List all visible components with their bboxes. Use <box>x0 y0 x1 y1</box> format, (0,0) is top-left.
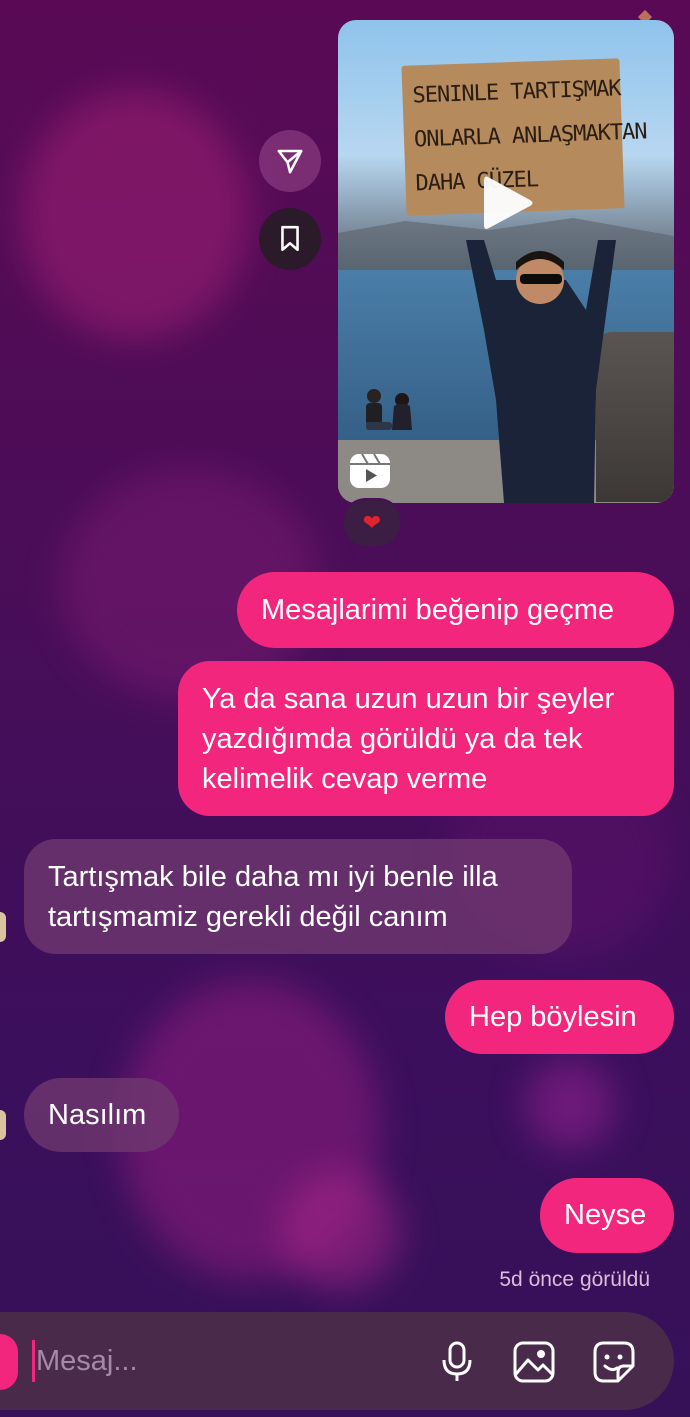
message-text: Ya da sana uzun uzun bir şeyler yazdığım… <box>202 683 615 795</box>
sticker-icon <box>593 1341 635 1383</box>
sign-line: ONLARLA ANLAŞMAKTAN <box>413 119 648 153</box>
voice-message-button[interactable] <box>433 1338 481 1386</box>
sender-avatar[interactable] <box>0 912 6 942</box>
message-bubble-outgoing[interactable]: Ya da sana uzun uzun bir şeyler yazdığım… <box>178 661 674 816</box>
message-text: Mesajlarimi beğenip geçme <box>261 594 614 626</box>
message-text: Hep böylesin <box>469 1001 637 1033</box>
send-icon <box>277 149 303 174</box>
play-icon[interactable] <box>480 173 534 233</box>
seen-status: 5d önce görüldü <box>499 1268 650 1291</box>
bookmark-icon <box>281 225 299 252</box>
share-button[interactable] <box>259 130 321 192</box>
shared-reel[interactable]: SENINLE TARTIŞMAK ONLARLA ANLAŞMAKTAN DA… <box>338 20 674 503</box>
reel-person <box>466 240 616 503</box>
background-heart <box>20 90 250 340</box>
sticker-button[interactable] <box>590 1338 638 1386</box>
message-bubble-incoming[interactable]: Tartışmak bile daha mı iyi benle illa ta… <box>24 839 572 954</box>
message-bubble-incoming[interactable]: Nasılım <box>24 1078 179 1152</box>
message-text: Neyse <box>564 1199 647 1231</box>
sender-avatar[interactable] <box>0 1110 6 1140</box>
message-bubble-outgoing[interactable]: Neyse <box>540 1178 674 1253</box>
microphone-icon <box>442 1341 472 1381</box>
reel-reaction[interactable]: ❤ <box>342 498 402 548</box>
sign-line: SENINLE TARTIŞMAK <box>412 76 621 109</box>
message-text: Tartışmak bile daha mı iyi benle illa ta… <box>48 861 498 933</box>
message-bubble-outgoing[interactable]: Mesajlarimi beğenip geçme <box>237 572 674 648</box>
save-button[interactable] <box>259 208 321 270</box>
text-caret <box>32 1340 35 1382</box>
reel-couple <box>366 389 412 430</box>
message-text: Nasılım <box>48 1099 147 1131</box>
gallery-button[interactable] <box>510 1338 558 1386</box>
background-heart <box>525 1060 615 1150</box>
gallery-icon <box>513 1341 555 1383</box>
heart-reaction-icon: ❤ <box>362 510 382 535</box>
reels-icon <box>350 453 390 488</box>
message-input[interactable]: Mesaj... <box>36 1345 138 1378</box>
background-heart <box>280 1170 400 1290</box>
message-bubble-outgoing[interactable]: Hep böylesin <box>445 980 674 1054</box>
